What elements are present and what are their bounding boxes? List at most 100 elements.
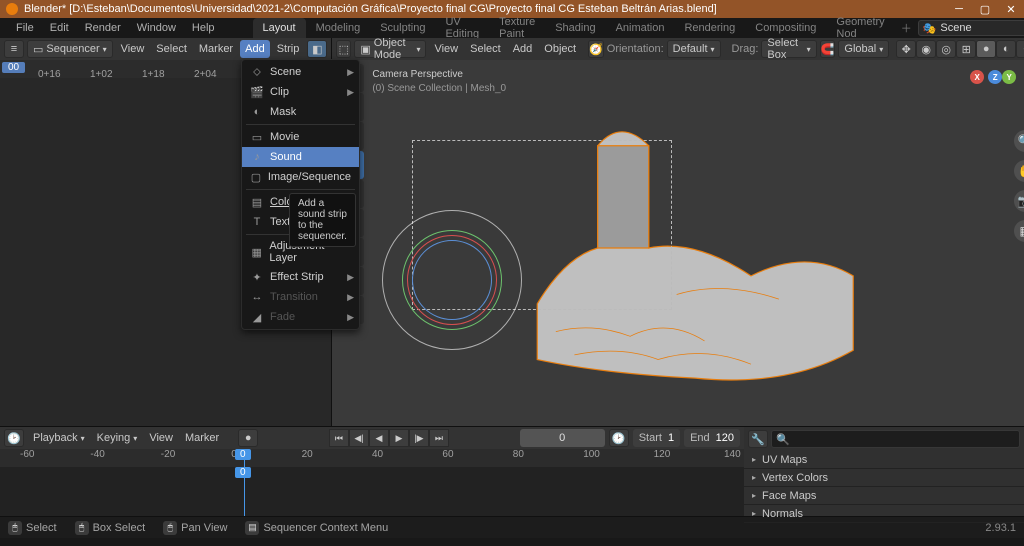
tl-menu-playback[interactable]: Playback ▾ (28, 429, 90, 447)
panel-vertex colors[interactable]: ▸ Vertex Colors (744, 469, 1024, 487)
seq-menu-add[interactable]: Add (240, 40, 270, 58)
timeline-playhead[interactable] (244, 467, 245, 516)
auto-keying-button[interactable]: ● (238, 429, 258, 447)
jump-start-button[interactable]: ⏮ (329, 429, 349, 447)
snap-scope[interactable]: Global▾ (838, 40, 889, 58)
drag-dropdown[interactable]: Select Box▾ (761, 40, 816, 58)
editor-type-button[interactable]: 🕑 (4, 429, 24, 447)
seq-menu-marker[interactable]: Marker (194, 40, 238, 58)
snap-toggle[interactable]: 🧲 (820, 40, 836, 58)
menu-edit[interactable]: Edit (42, 20, 77, 36)
workspace-tab-animation[interactable]: Animation (606, 18, 675, 38)
rotate-gizmo-outer[interactable] (382, 210, 522, 350)
timeline-body[interactable] (0, 467, 744, 516)
panel-uv maps[interactable]: ▸ UV Maps (744, 451, 1024, 469)
axis-x-icon[interactable]: X (970, 70, 984, 84)
axis-y-icon[interactable]: Y (1002, 70, 1016, 84)
frame-range-end[interactable]: End 120 (684, 429, 740, 447)
jump-end-button[interactable]: ⏭ (429, 429, 449, 447)
add-menu-scene[interactable]: ⬦ Scene ▶ (242, 62, 359, 82)
tl-tick: 140 (724, 449, 741, 460)
window-close-button[interactable]: ✕ (998, 0, 1024, 18)
add-menu-image-sequence[interactable]: ▢ Image/Sequence (242, 167, 359, 187)
window-maximize-button[interactable]: ▢ (972, 0, 998, 18)
scene-input[interactable] (940, 22, 1024, 34)
color-icon: ▤ (250, 195, 264, 209)
rotate-gizmo-x[interactable] (407, 235, 497, 325)
seq-menu-view[interactable]: View (116, 40, 150, 58)
status-hint-box select: 🖱Box Select (75, 521, 146, 535)
viewport-canvas[interactable]: Camera Perspective (0) Scene Collection … (332, 60, 1024, 426)
rotate-gizmo-y[interactable] (402, 230, 502, 330)
sequencer-display-mode[interactable]: ▭ Sequencer ▾ (27, 40, 113, 58)
seq-menu-strip[interactable]: Strip (272, 40, 305, 58)
overlay-toggle[interactable]: ◉ (916, 40, 936, 58)
workspace-tab-sculpting[interactable]: Sculpting (370, 18, 435, 38)
add-menu-clip[interactable]: 🎬 Clip ▶ (242, 82, 359, 102)
workspace-tab-compositing[interactable]: Compositing (745, 18, 826, 38)
orientation-icon-button[interactable]: 🧭 (588, 40, 604, 58)
vp-menu-add[interactable]: Add (508, 40, 538, 58)
camera-view-button[interactable]: 📷 (1014, 190, 1024, 212)
properties-search-input-2[interactable] (771, 430, 1020, 448)
tl-menu-view[interactable]: View (144, 429, 178, 447)
scene-selector[interactable]: 🎭 ▾ ✛ ✕ (918, 20, 1024, 36)
rotate-gizmo-z[interactable] (412, 240, 492, 320)
workspace-tab-layout[interactable]: Layout (253, 18, 306, 38)
workspace-tab-texture paint[interactable]: Texture Paint (489, 18, 545, 38)
shading-rendered[interactable]: ◓ (1016, 40, 1024, 58)
panel-normals[interactable]: ▸ Normals (744, 505, 1024, 523)
current-frame-field[interactable]: 0 (520, 429, 605, 447)
pan-button[interactable]: ✋ (1014, 160, 1024, 182)
mouse-icon: 🖱 (75, 521, 89, 535)
vp-menu-view[interactable]: View (429, 40, 463, 58)
gizmo-toggle[interactable]: ✥ (896, 40, 916, 58)
sequencer-overlay-button[interactable]: ◧ (307, 40, 327, 58)
seq-menu-select[interactable]: Select (151, 40, 192, 58)
jump-prev-key-button[interactable]: ◀| (349, 429, 369, 447)
shading-wireframe[interactable]: ⊞ (956, 40, 976, 58)
axis-gizmo[interactable]: Z X Y (970, 70, 1020, 120)
tl-ruler-playhead[interactable] (244, 449, 245, 467)
menu-file[interactable]: File (8, 20, 42, 36)
play-reverse-button[interactable]: ◀ (369, 429, 389, 447)
xray-toggle[interactable]: ◎ (936, 40, 956, 58)
orientation-dropdown[interactable]: Default▾ (667, 40, 721, 58)
workspace-tab-modeling[interactable]: Modeling (306, 18, 371, 38)
add-menu-effect-strip[interactable]: ✦ Effect Strip ▶ (242, 267, 359, 287)
perspective-toggle[interactable]: ▦ (1014, 220, 1024, 242)
add-menu-sound[interactable]: ♪ Sound (242, 147, 359, 167)
editor-type-button[interactable]: ≡ (4, 40, 24, 58)
sound-icon: ♪ (250, 150, 264, 164)
vp-menu-object[interactable]: Object (539, 40, 581, 58)
vp-menu-select[interactable]: Select (465, 40, 506, 58)
menu-render[interactable]: Render (77, 20, 129, 36)
workspace-tab-geometry nod[interactable]: Geometry Nod (826, 18, 894, 38)
tl-tick: -40 (90, 449, 104, 460)
frame-range-start[interactable]: Start 1 (633, 429, 680, 447)
editor-type-button[interactable]: 🔧 (748, 430, 768, 448)
timeline-ruler[interactable]: -60-40-20020406080100120140 (0, 449, 744, 467)
shading-material[interactable]: ◐ (996, 40, 1016, 58)
shading-solid[interactable]: ● (976, 40, 996, 58)
play-button[interactable]: ▶ (389, 429, 409, 447)
zoom-button[interactable]: 🔍 (1014, 130, 1024, 152)
axis-z-icon[interactable]: Z (988, 70, 1002, 84)
interaction-mode[interactable]: ▣ Object Mode ▾ (354, 40, 426, 58)
menu-window[interactable]: Window (129, 20, 184, 36)
panel-face maps[interactable]: ▸ Face Maps (744, 487, 1024, 505)
workspace-tab-shading[interactable]: Shading (545, 18, 605, 38)
add-workspace-button[interactable]: ＋ (895, 20, 918, 36)
preview-range-button[interactable]: 🕑 (609, 429, 629, 447)
tl-menu-keying[interactable]: Keying ▾ (92, 429, 143, 447)
workspace-tab-uv editing[interactable]: UV Editing (435, 18, 489, 38)
window-minimize-button[interactable]: ─ (946, 0, 972, 18)
add-menu-movie[interactable]: ▭ Movie (242, 127, 359, 147)
tl-menu-marker[interactable]: Marker (180, 429, 224, 447)
add-menu-mask[interactable]: ◐ Mask (242, 102, 359, 122)
editor-type-button[interactable]: ⬚ (336, 40, 351, 58)
menu-help[interactable]: Help (184, 20, 223, 36)
workspace-tab-rendering[interactable]: Rendering (674, 18, 745, 38)
seq-tick: 1+02 (90, 69, 113, 80)
jump-next-key-button[interactable]: |▶ (409, 429, 429, 447)
